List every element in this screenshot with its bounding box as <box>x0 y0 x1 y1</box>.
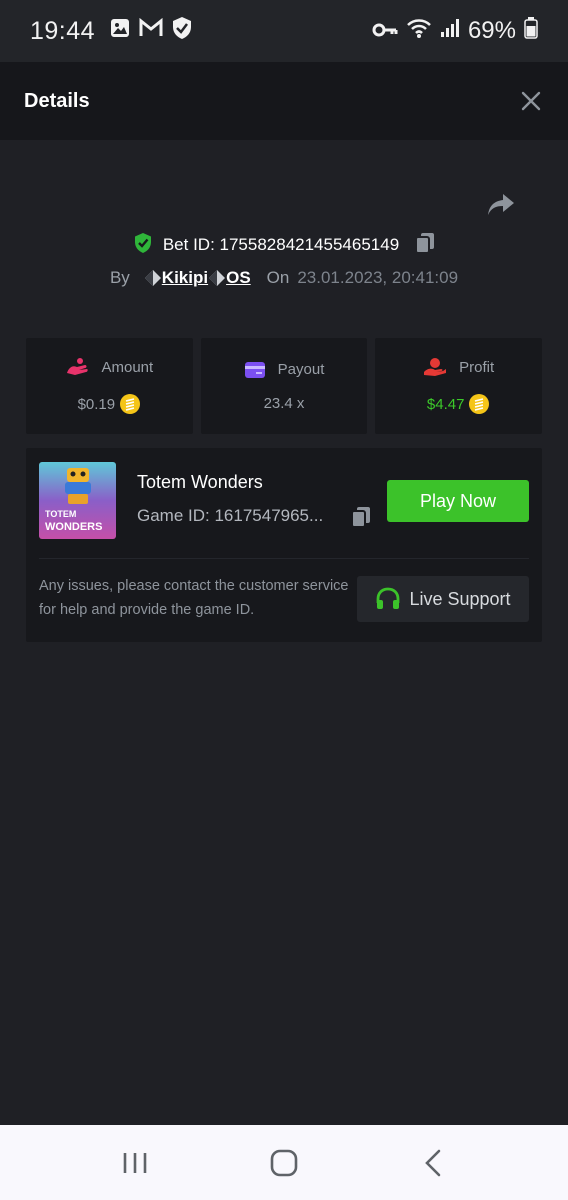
back-icon <box>425 1149 441 1176</box>
close-icon <box>521 91 541 111</box>
key-icon <box>372 17 398 45</box>
copy-icon <box>351 507 370 528</box>
amount-icon <box>67 358 89 375</box>
profit-icon <box>424 358 447 376</box>
bet-date: 23.01.2023, 20:41:09 <box>297 268 459 287</box>
game-id-row: Game ID: 1617547965... <box>137 506 370 528</box>
payout-value: 23.4 x <box>263 394 305 412</box>
payout-head: Payout <box>244 361 325 379</box>
help-text: Any issues, please contact the customer … <box>39 578 349 618</box>
bet-id-text: Bet ID: 1755828421455465149 <box>162 235 400 254</box>
status-right: 69% <box>372 16 538 46</box>
game-id-text: Game ID: 1617547965... <box>137 506 324 525</box>
bet-id-row: Bet ID: 1755828421455465149 <box>0 230 568 260</box>
profit-label: Profit <box>459 358 495 376</box>
live-support-button[interactable]: Live Support <box>357 576 529 622</box>
gmail-icon <box>139 17 163 45</box>
signal-icon <box>440 17 460 45</box>
payout-icon <box>244 361 265 378</box>
play-now-button[interactable]: Play Now <box>387 480 529 522</box>
system-nav-bar <box>0 1125 568 1200</box>
amount-value-row: $0.19 <box>78 393 142 415</box>
coin-icon <box>469 394 490 414</box>
back-button[interactable] <box>403 1133 463 1193</box>
by-label: By <box>109 268 130 287</box>
gem-icon <box>209 270 226 286</box>
thumb-title-line1: TOTEM <box>45 509 76 519</box>
username-link[interactable]: Kikipi OS <box>144 268 251 288</box>
status-time: 19:44 <box>30 16 96 45</box>
recents-button[interactable] <box>105 1133 165 1193</box>
payout-card: Payout 23.4 x <box>200 338 368 434</box>
page-title: Details <box>24 89 90 112</box>
shield-icon <box>171 16 193 47</box>
photo-icon <box>109 17 131 46</box>
game-name: Totem Wonders <box>137 472 263 492</box>
payout-value-row: 23.4 x <box>264 395 305 412</box>
home-button[interactable] <box>254 1133 314 1193</box>
amount-card: Amount $0.19 <box>26 338 193 434</box>
verified-shield-icon <box>133 232 153 259</box>
bet-meta-row: By Kikipi OS On 23.01.2023, 20:41:09 <box>0 264 568 292</box>
profit-card: Profit $4.47 <box>375 338 543 434</box>
thumb-title-line2: WONDERS <box>45 521 102 533</box>
battery-icon <box>524 16 538 46</box>
amount-head: Amount <box>65 357 153 377</box>
profit-head: Profit <box>423 357 494 377</box>
payout-label: Payout <box>277 361 325 378</box>
wifi-icon <box>406 17 432 46</box>
home-icon <box>270 1149 298 1176</box>
username-text: Kikipi <box>161 268 209 287</box>
amount-value: $0.19 <box>77 395 116 413</box>
copy-game-id-button[interactable] <box>351 506 371 533</box>
game-card: TOTEM WONDERS Totem Wonders Game ID: 161… <box>26 448 542 642</box>
recents-icon <box>123 1152 146 1173</box>
stats-row: Amount $0.19 Payout 23.4 x Profit $4.47 <box>26 338 543 434</box>
copy-bet-id-button[interactable] <box>415 232 435 259</box>
headphones-icon <box>377 587 400 609</box>
profit-value: $4.47 <box>426 395 465 413</box>
copy-icon <box>415 232 435 254</box>
profit-value-row: $4.47 <box>427 393 491 415</box>
status-bar: 19:44 69% <box>0 0 568 62</box>
share-button[interactable] <box>486 190 516 220</box>
battery-text: 69% <box>467 17 516 44</box>
coin-icon <box>120 394 141 414</box>
divider <box>39 558 529 559</box>
header: Details <box>0 62 568 140</box>
amount-label: Amount <box>101 358 154 376</box>
status-left: 19:44 <box>30 16 193 47</box>
live-support-label: Live Support <box>409 588 511 609</box>
gem-icon <box>144 270 161 286</box>
username-suffix: OS <box>226 268 251 287</box>
on-label: On <box>266 268 290 287</box>
game-thumbnail[interactable]: TOTEM WONDERS <box>39 462 116 539</box>
close-button[interactable] <box>518 88 544 114</box>
share-icon <box>488 194 514 215</box>
